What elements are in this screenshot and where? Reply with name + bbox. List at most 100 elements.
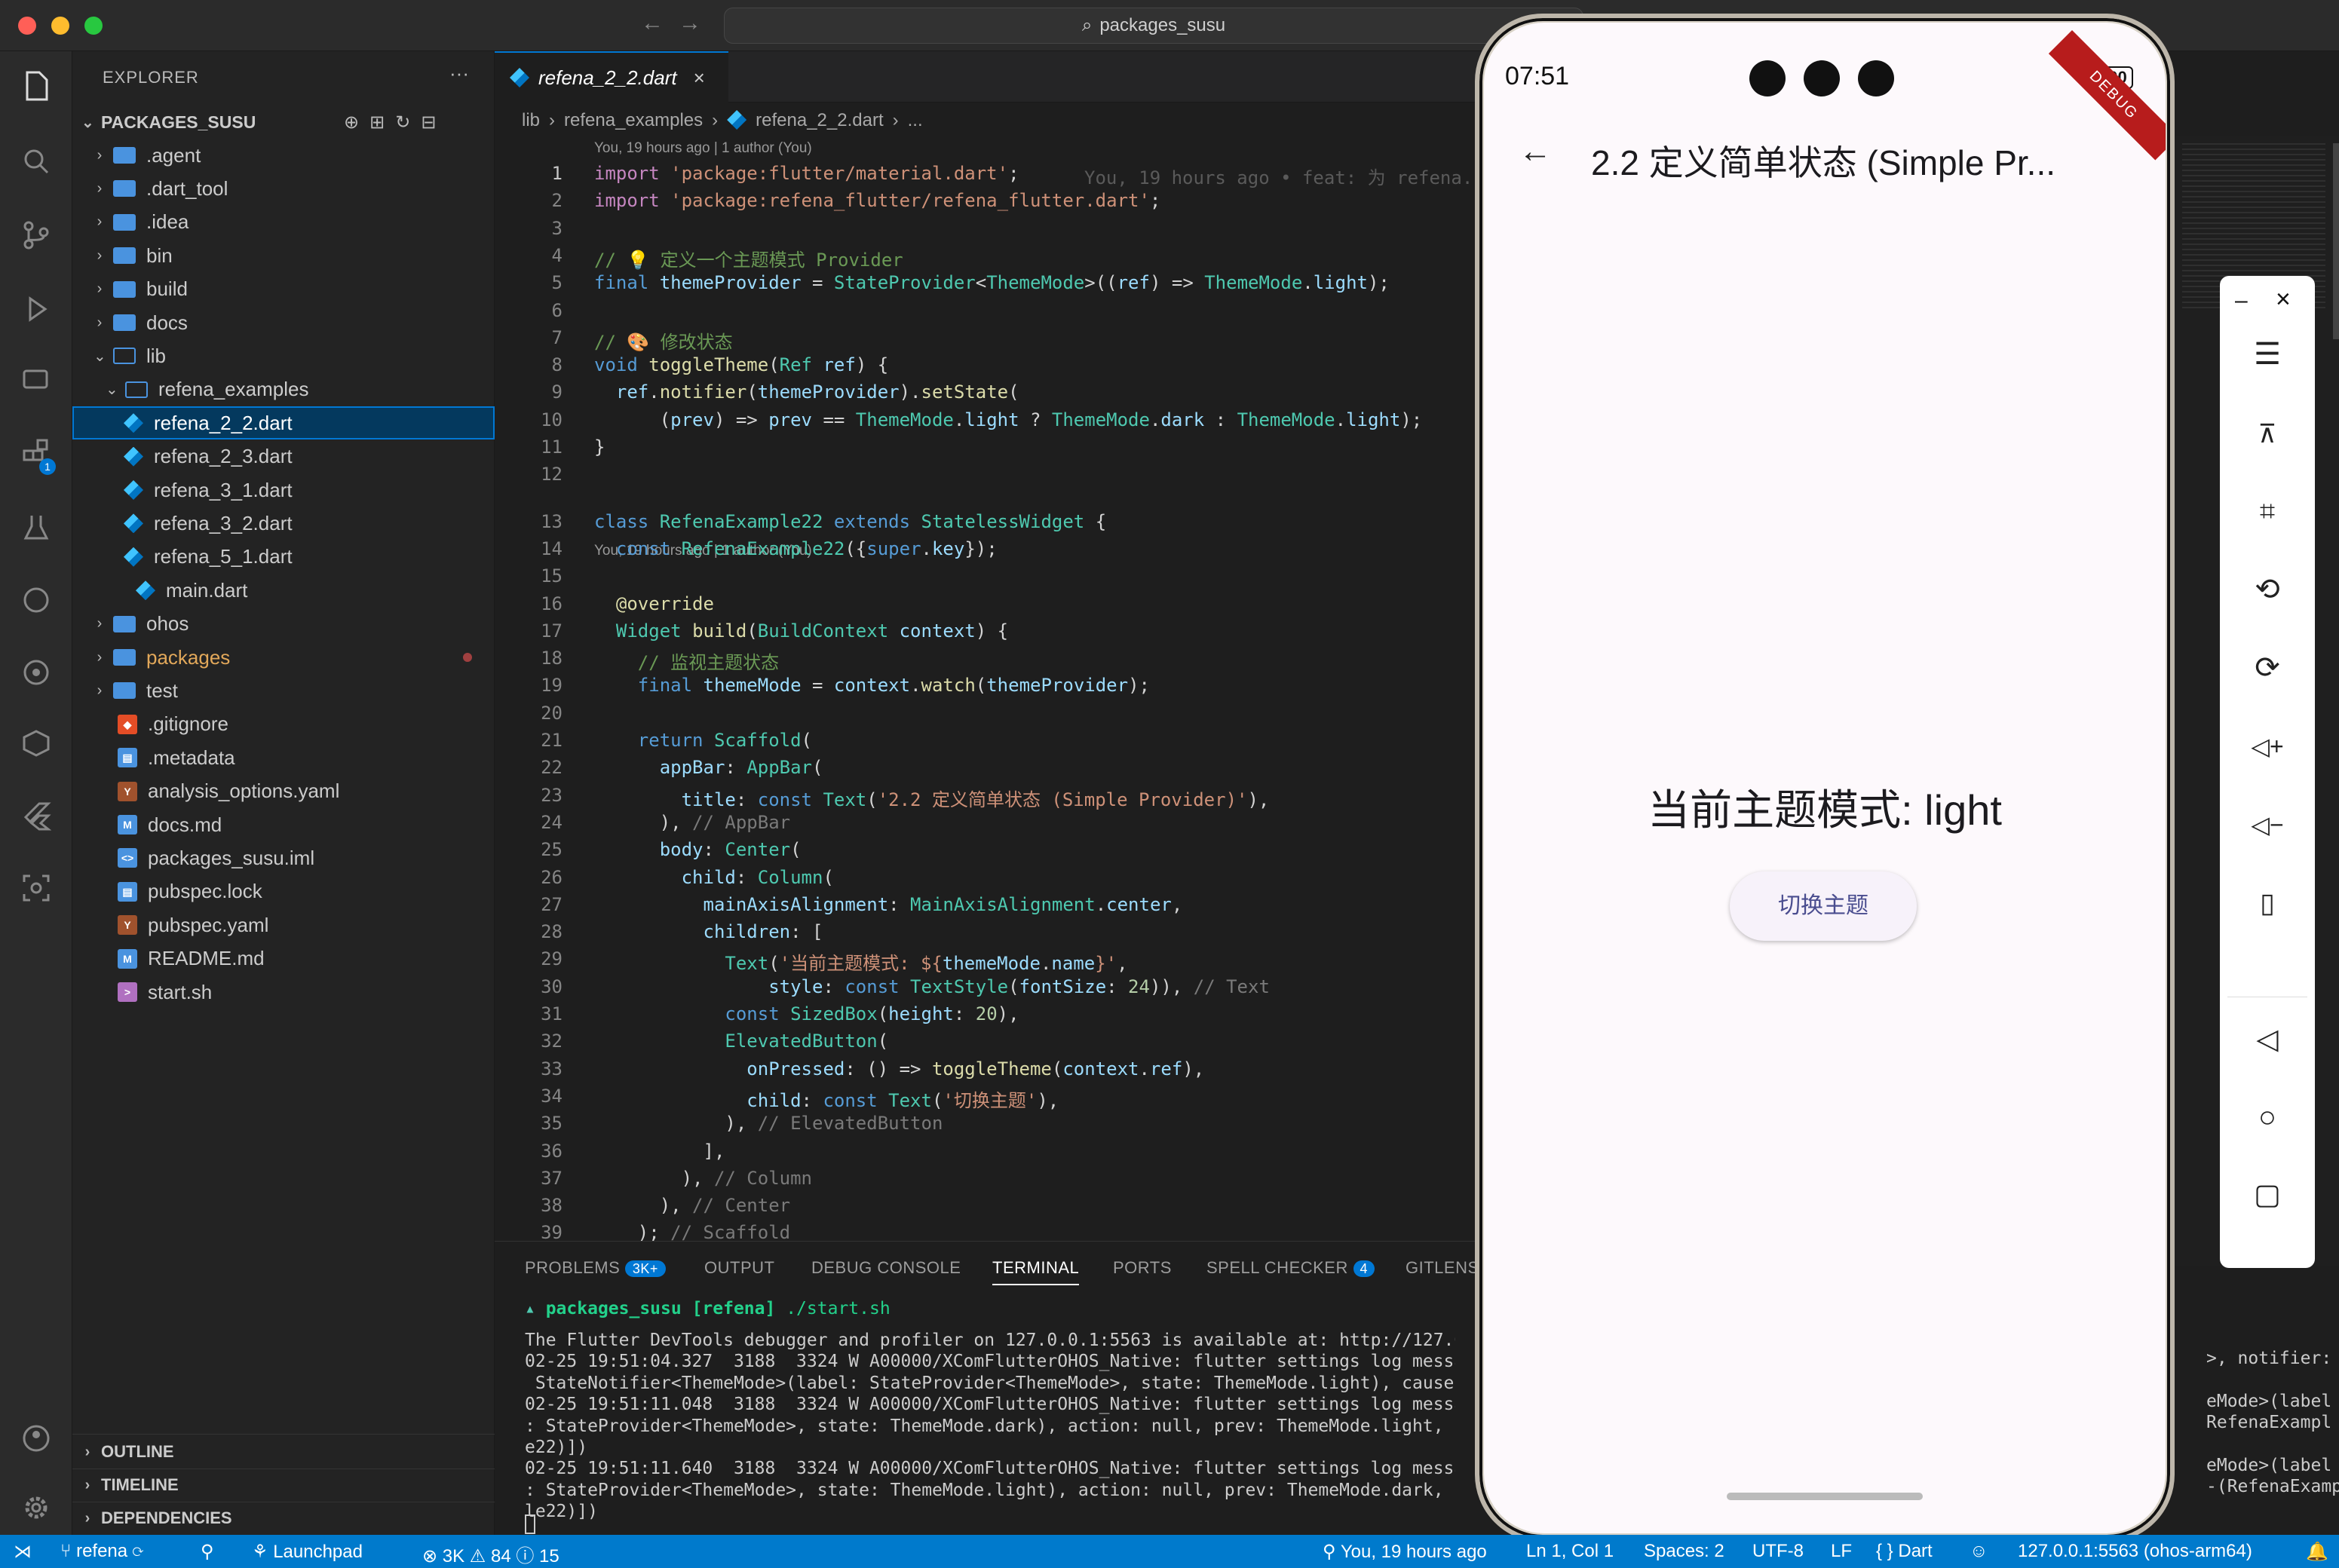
code-line[interactable]: // 🎨 修改状态	[594, 327, 733, 354]
code-line[interactable]: ElevatedButton(	[594, 1031, 888, 1052]
run-debug-icon[interactable]	[17, 289, 56, 329]
code-line[interactable]: import 'package:refena_flutter/refena_fl…	[594, 190, 1160, 211]
minimize-window-button[interactable]	[51, 17, 69, 35]
code-line[interactable]: ref.notifier(themeProvider).setState(	[594, 381, 1019, 403]
remote-explorer-icon[interactable]	[17, 362, 56, 401]
code-line[interactable]: child: const Text('切换主题'),	[594, 1086, 1059, 1112]
copilot-icon[interactable]: ☺	[1970, 1541, 1988, 1562]
tree-item[interactable]: <> packages_susu.iml	[72, 841, 495, 874]
tab-debug-console[interactable]: DEBUG CONSOLE	[811, 1258, 961, 1278]
screenshot-crop-icon[interactable]: ⌗	[2220, 488, 2315, 534]
tree-item[interactable]: refena_3_2.dart	[72, 507, 495, 540]
code-line[interactable]: @override	[594, 593, 714, 614]
tab-spell-checker[interactable]: SPELL CHECKER 4	[1206, 1258, 1375, 1278]
new-folder-icon[interactable]: ⊞	[369, 112, 395, 133]
code-line[interactable]: ],	[594, 1141, 725, 1162]
tree-item[interactable]: > start.sh	[72, 975, 495, 1009]
tab-refena-2-2[interactable]: refena_2_2.dart ×	[495, 51, 728, 103]
code-line[interactable]: onPressed: () => toggleTheme(context.ref…	[594, 1058, 1204, 1080]
breadcrumb-lib[interactable]: lib	[522, 110, 540, 131]
code-line[interactable]: body: Center(	[594, 839, 802, 860]
volume-down-icon[interactable]: ◁−	[2220, 802, 2315, 847]
nav-home-icon[interactable]: ○	[2220, 1095, 2315, 1140]
tree-item[interactable]: refena_5_1.dart	[72, 541, 495, 574]
code-line[interactable]: appBar: AppBar(	[594, 757, 823, 778]
cursor-position[interactable]: Ln 1, Col 1	[1526, 1541, 1614, 1562]
code-line[interactable]: style: const TextStyle(fontSize: 24)), /…	[594, 976, 1270, 997]
tab-problems[interactable]: PROBLEMS 3K+	[525, 1258, 666, 1278]
tab-output[interactable]: OUTPUT	[704, 1258, 774, 1278]
scan-icon[interactable]	[17, 868, 56, 908]
tab-gitlens[interactable]: GITLENS	[1406, 1258, 1479, 1278]
outline-section[interactable]: › OUTLINE	[72, 1435, 495, 1468]
tree-item[interactable]: › docs	[72, 306, 495, 339]
collapse-all-icon[interactable]: ⊟	[421, 112, 446, 133]
tree-item[interactable]: main.dart	[72, 574, 495, 607]
tree-item[interactable]: › ohos	[72, 608, 495, 641]
tree-item[interactable]: ◆ .gitignore	[72, 708, 495, 741]
code-line[interactable]: ), // ElevatedButton	[594, 1113, 943, 1134]
language-mode[interactable]: { } Dart	[1876, 1541, 1933, 1562]
tree-item[interactable]: refena_2_2.dart	[72, 406, 495, 440]
settings-gear-icon[interactable]	[17, 1488, 56, 1527]
code-line[interactable]: // 💡 定义一个主题模式 Provider	[594, 245, 903, 271]
code-line[interactable]: children: [	[594, 921, 823, 942]
code-line[interactable]: child: Column(	[594, 867, 834, 888]
code-line[interactable]: }	[594, 436, 605, 458]
tree-item[interactable]: ▤ pubspec.lock	[72, 875, 495, 908]
problems-indicator[interactable]: ⊗ 3K ⚠ 84 ⓘ 15	[422, 1541, 559, 1567]
tab-terminal[interactable]: TERMINAL	[992, 1258, 1080, 1285]
close-tab-icon[interactable]: ×	[694, 66, 705, 90]
remote-indicator-icon[interactable]: ⋊	[14, 1541, 32, 1563]
tree-item[interactable]: refena_2_3.dart	[72, 440, 495, 473]
code-line[interactable]: ), // Center	[594, 1195, 790, 1216]
branch-indicator[interactable]: ⑂ refena ⟳	[60, 1541, 143, 1562]
testing-icon[interactable]	[17, 508, 56, 547]
code-line[interactable]: const RefenaExample22({super.key});	[594, 538, 998, 559]
explorer-icon[interactable]	[17, 66, 56, 106]
code-line[interactable]: import 'package:flutter/material.dart';	[594, 163, 1019, 184]
code-line[interactable]: (prev) => prev == ThemeMode.light ? Them…	[594, 409, 1423, 430]
shake-icon[interactable]: ▯	[2220, 880, 2315, 926]
code-line[interactable]: return Scaffold(	[594, 730, 812, 751]
command-center-search[interactable]: ⌕ packages_susu	[724, 8, 1583, 44]
encoding[interactable]: UTF-8	[1752, 1541, 1804, 1562]
launchpad-item[interactable]: ⚘ Launchpad	[252, 1541, 363, 1563]
explorer-toolbar[interactable]: ⊕⊞↻⊟	[344, 112, 446, 133]
tree-item[interactable]: › .dart_tool	[72, 172, 495, 205]
packages-icon[interactable]	[17, 724, 56, 763]
code-line[interactable]: class RefenaExample22 extends StatelessW…	[594, 511, 1106, 532]
flutter-device[interactable]: 127.0.0.1:5563 (ohos-arm64)	[2018, 1541, 2252, 1562]
back-arrow-icon[interactable]: ←	[1519, 133, 1552, 170]
tree-item[interactable]: › packages	[72, 641, 495, 674]
pin-icon[interactable]: ⊼	[2220, 412, 2315, 457]
menu-icon[interactable]: ☰	[2220, 332, 2315, 377]
blame-status[interactable]: ⚲ You, 19 hours ago	[1323, 1541, 1487, 1563]
tree-item[interactable]: › build	[72, 273, 495, 306]
rotate-left-icon[interactable]: ⟲	[2220, 567, 2315, 612]
code-line[interactable]: void toggleTheme(Ref ref) {	[594, 354, 888, 375]
new-file-icon[interactable]: ⊕	[344, 112, 369, 133]
close-window-button[interactable]	[18, 17, 36, 35]
nav-recents-icon[interactable]: ▢	[2220, 1171, 2315, 1217]
forward-arrow-icon[interactable]: →	[679, 11, 701, 36]
gitlens-inspect-icon[interactable]	[17, 653, 56, 692]
back-arrow-icon[interactable]: ←	[641, 11, 664, 36]
code-line[interactable]: // 监视主题状态	[594, 648, 779, 674]
tree-item[interactable]: Yanalysis_options.yaml	[72, 775, 495, 808]
zoom-window-button[interactable]	[84, 17, 103, 35]
code-line[interactable]: Text('当前主题模式: ${themeMode.name}',	[594, 948, 1127, 975]
tree-item[interactable]: refena_3_1.dart	[72, 473, 495, 507]
code-line[interactable]: ), // AppBar	[594, 812, 790, 833]
breadcrumb-refena-examples[interactable]: refena_examples	[564, 110, 703, 131]
tree-item[interactable]: › test	[72, 674, 495, 707]
tab-ports[interactable]: PORTS	[1113, 1258, 1172, 1278]
codelens-blame[interactable]: You, 19 hours ago | 1 author (You)	[594, 140, 812, 157]
refresh-icon[interactable]: ↻	[395, 112, 421, 133]
accounts-icon[interactable]	[17, 1419, 56, 1458]
eol[interactable]: LF	[1831, 1541, 1852, 1562]
code-line[interactable]: Widget build(BuildContext context) {	[594, 620, 1008, 642]
timeline-section[interactable]: › TIMELINE	[72, 1468, 495, 1502]
code-line[interactable]: mainAxisAlignment: MainAxisAlignment.cen…	[594, 894, 1183, 915]
tree-item[interactable]: ⌄ refena_examples	[72, 373, 495, 406]
